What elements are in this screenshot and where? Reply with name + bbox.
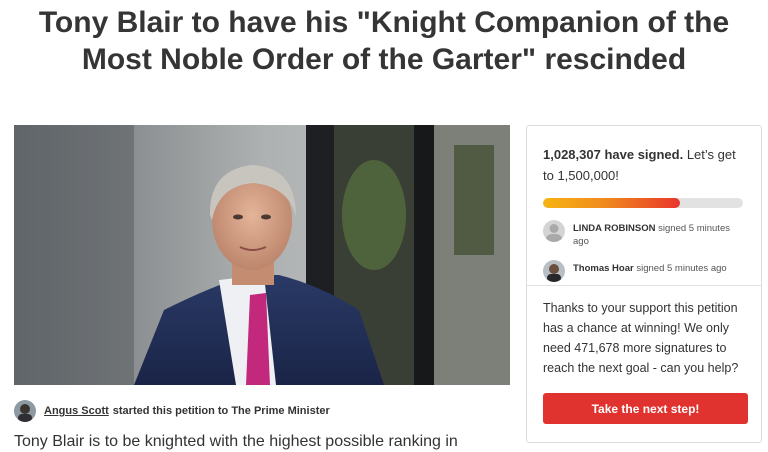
- starter-avatar: [14, 400, 36, 422]
- petition-photo: [14, 125, 510, 385]
- recent-signer: LINDA ROBINSON signed 5 minutes ago: [543, 220, 745, 248]
- recent-signer-name: Thomas Hoar: [573, 263, 634, 274]
- petition-body-text: Tony Blair is to be knighted with the hi…: [14, 433, 458, 450]
- take-next-step-button[interactable]: Take the next step!: [543, 393, 748, 424]
- signature-progress-fill: [543, 198, 681, 208]
- signature-progress-bar: [543, 198, 743, 208]
- card-divider: [527, 285, 761, 286]
- recent-signer-text: Thomas Hoar signed 5 minutes ago: [573, 260, 745, 275]
- signer-avatar: [543, 260, 565, 282]
- signature-count: 1,028,307 have signed.: [543, 147, 684, 162]
- signature-card: 1,028,307 have signed. Let’s get to 1,50…: [526, 125, 762, 443]
- starter-text: started this petition to The Prime Minis…: [112, 405, 330, 417]
- petition-starter: Angus Scott started this petition to The…: [14, 400, 330, 422]
- petition-title: Tony Blair to have his "Knight Companion…: [0, 4, 768, 78]
- signature-status: 1,028,307 have signed. Let’s get to 1,50…: [543, 144, 745, 186]
- recent-signer-name: LINDA ROBINSON: [573, 223, 656, 234]
- recent-signer-time: signed 5 minutes ago: [636, 263, 727, 274]
- recent-signer-text: LINDA ROBINSON signed 5 minutes ago: [573, 220, 745, 248]
- starter-author-link[interactable]: Angus Scott: [44, 405, 109, 417]
- recent-signer: Thomas Hoar signed 5 minutes ago: [543, 260, 745, 282]
- petition-title-line-1: Tony Blair to have his "Knight Companion…: [38, 6, 730, 39]
- cta-message: Thanks to your support this petition has…: [543, 301, 739, 375]
- signer-avatar: [543, 220, 565, 242]
- petition-title-line-2: Most Noble Order of the Garter" rescinde…: [81, 43, 687, 76]
